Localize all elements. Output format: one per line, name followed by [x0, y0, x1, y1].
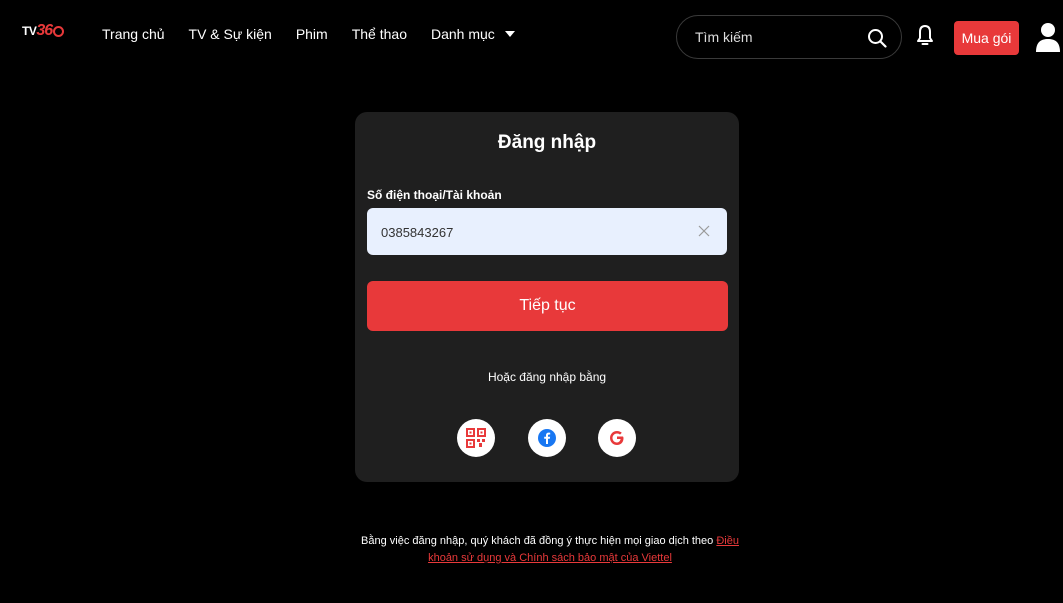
- top-navigation-bar: TV 36 Trang chủ TV & Sự kiện Phim Thể th…: [0, 0, 1063, 80]
- continue-button[interactable]: Tiếp tục: [367, 281, 728, 331]
- nav-item-home[interactable]: Trang chủ: [102, 26, 165, 42]
- nav-item-tv-events[interactable]: TV & Sự kiện: [189, 26, 272, 42]
- logo-number-text: 36: [36, 22, 53, 39]
- caret-down-icon: [504, 31, 515, 37]
- tv360-logo[interactable]: TV 36: [22, 22, 65, 40]
- clear-icon[interactable]: [698, 225, 710, 237]
- terms-prefix-text: Bằng việc đăng nhập, quý khách đã đồng ý…: [361, 535, 714, 547]
- terms-notice: Bằng việc đăng nhập, quý khách đã đồng ý…: [360, 533, 740, 567]
- google-icon: [610, 431, 624, 445]
- bell-icon[interactable]: [916, 24, 934, 46]
- buy-package-button[interactable]: Mua gói: [954, 21, 1019, 55]
- google-login-button[interactable]: [598, 419, 636, 457]
- logo-tv-text: TV: [22, 24, 37, 38]
- main-nav: Trang chủ TV & Sự kiện Phim Thể thao Dan…: [102, 26, 539, 42]
- qr-code-icon: [466, 428, 486, 448]
- logo-ring-icon: [53, 25, 65, 37]
- alt-login-text: Hoặc đăng nhập bằng: [487, 370, 607, 384]
- nav-item-categories[interactable]: Danh mục: [431, 26, 515, 42]
- phone-field-label: Số điện thoại/Tài khoản: [367, 188, 502, 202]
- phone-field[interactable]: [367, 208, 727, 257]
- nav-item-categories-label: Danh mục: [430, 26, 495, 42]
- search-box[interactable]: [676, 15, 902, 59]
- nav-item-sports[interactable]: Thể thao: [352, 26, 407, 42]
- login-title: Đăng nhập: [497, 132, 597, 153]
- search-input[interactable]: [693, 28, 857, 46]
- nav-item-movies[interactable]: Phim: [296, 26, 328, 42]
- login-card: Đăng nhập Số điện thoại/Tài khoản Tiếp t…: [355, 112, 739, 482]
- qr-login-button[interactable]: [457, 419, 495, 457]
- user-avatar-icon[interactable]: [1036, 22, 1060, 52]
- facebook-login-button[interactable]: [528, 419, 566, 457]
- search-icon[interactable]: [867, 28, 887, 48]
- phone-input[interactable]: [379, 208, 683, 257]
- facebook-icon: [538, 429, 556, 447]
